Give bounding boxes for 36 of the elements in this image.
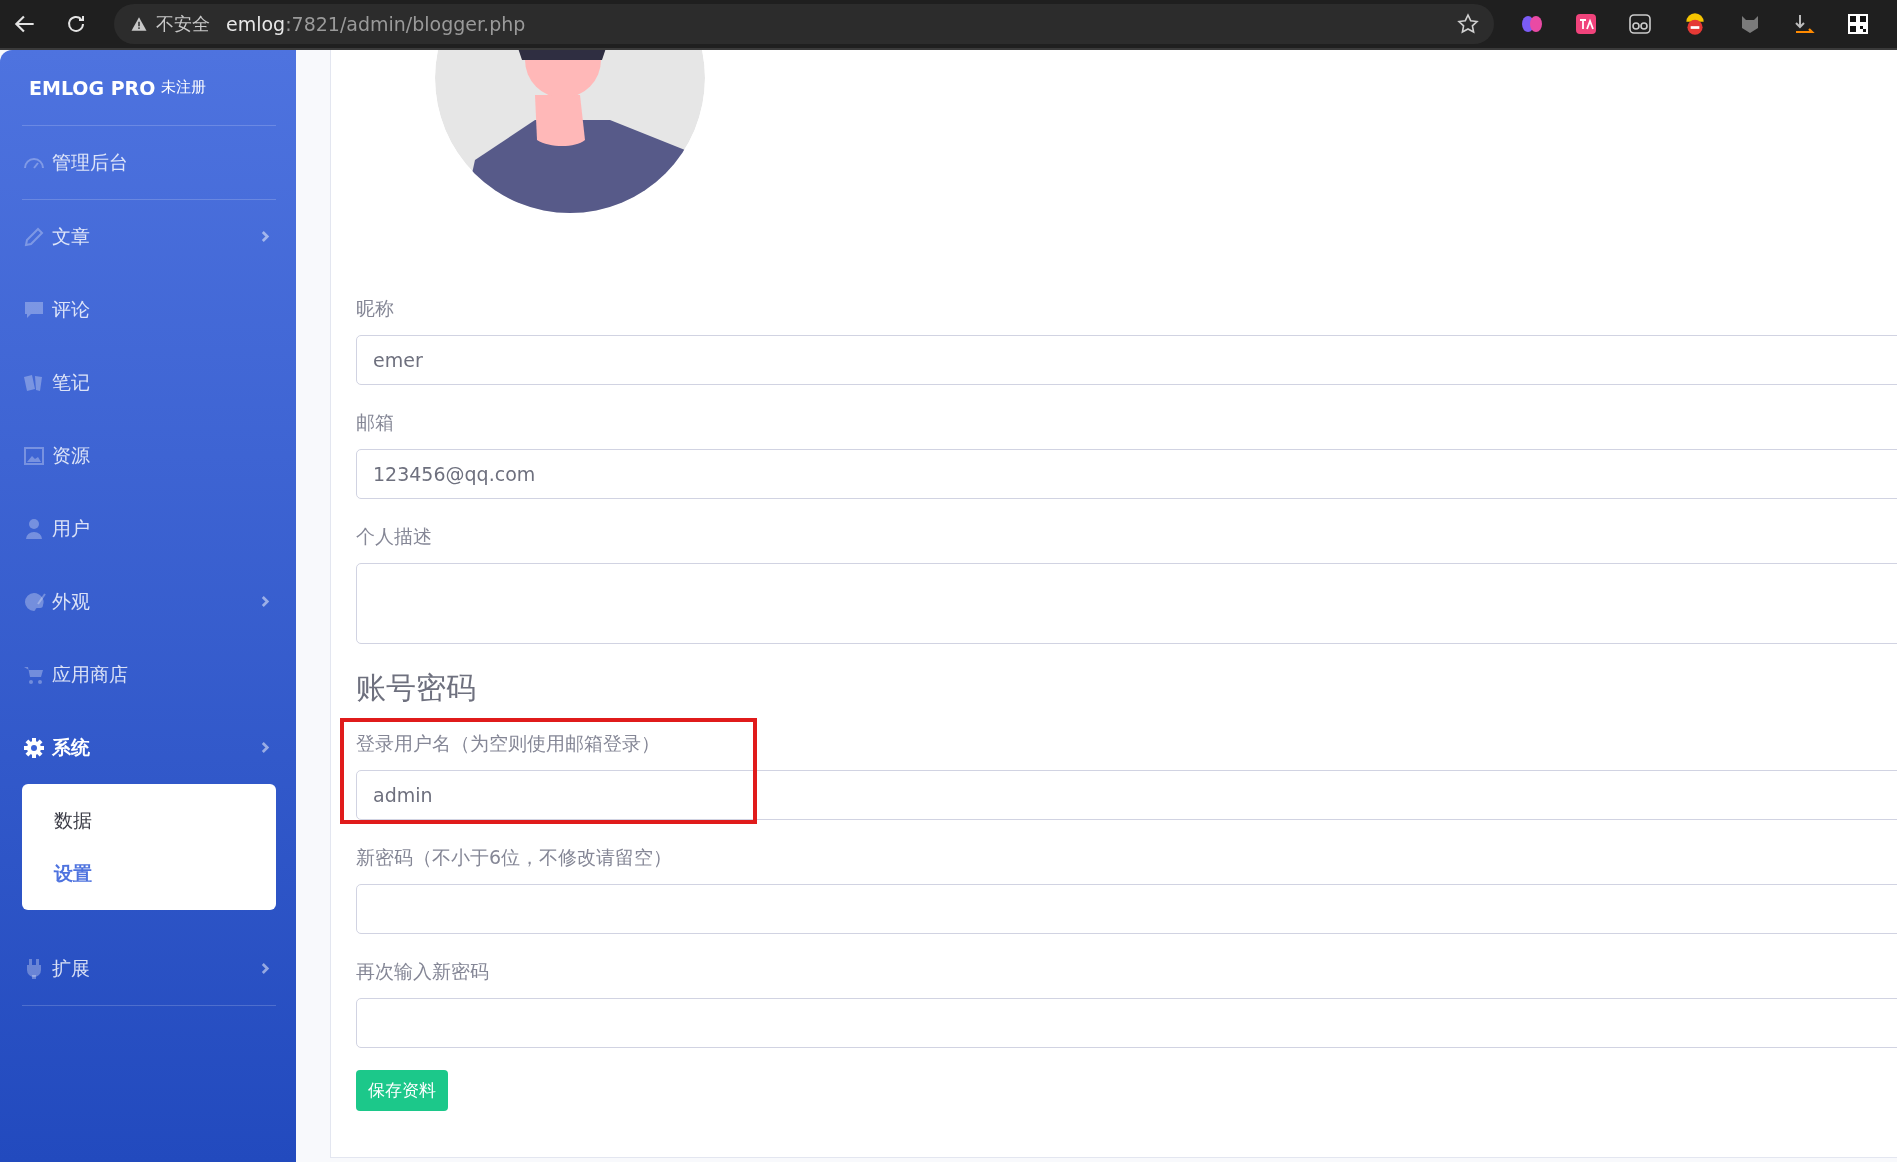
field-label: 邮箱 [356, 410, 395, 435]
field-label: 登录用户名（为空则使用邮箱登录） [356, 731, 661, 756]
warning-icon [130, 15, 148, 33]
input-field[interactable]: 123456@qq.com [356, 449, 1897, 499]
translate-icon[interactable] [1574, 12, 1598, 36]
input-field[interactable] [356, 884, 1897, 934]
sidebar-item[interactable]: 外观 [22, 565, 276, 638]
submenu-item[interactable]: 设置 [22, 847, 276, 900]
field-label: 个人描述 [356, 524, 433, 549]
input-field[interactable] [356, 998, 1897, 1048]
sidebar-item[interactable]: 文章 [22, 200, 276, 273]
sidebar-item[interactable]: 用户 [22, 492, 276, 565]
submenu-item[interactable]: 数据 [22, 794, 276, 847]
sidebar-item[interactable]: 管理后台 [22, 126, 276, 199]
sidebar-item[interactable]: 系统 [22, 711, 276, 784]
glasses-icon[interactable] [1628, 12, 1652, 36]
section-heading: 账号密码 [356, 669, 477, 707]
download-arrow-icon[interactable] [1792, 12, 1816, 36]
address-bar[interactable]: 不安全 emlog:7821/admin/blogger.php [114, 4, 1494, 44]
textarea-field[interactable] [356, 563, 1897, 644]
qr-code-icon[interactable] [1846, 12, 1870, 36]
url-text: emlog:7821/admin/blogger.php [226, 13, 526, 35]
gear-icon [22, 735, 46, 760]
star-icon[interactable] [1456, 12, 1480, 36]
sidebar-item[interactable]: 笔记 [22, 346, 276, 419]
brand-logo[interactable]: EMLOG PRO 未注册 [22, 50, 276, 125]
sidebar-item[interactable]: 应用商店 [22, 638, 276, 711]
sidebar-item[interactable]: 资源 [22, 419, 276, 492]
input-field[interactable]: emer [356, 335, 1897, 385]
sidebar-item[interactable]: 评论 [22, 273, 276, 346]
input-field[interactable]: admin [356, 770, 1897, 820]
field-label: 昵称 [356, 296, 395, 321]
field-label: 新密码（不小于6位，不修改请留空） [356, 845, 674, 870]
field-label: 再次输入新密码 [356, 959, 490, 984]
security-label: 不安全 [156, 12, 210, 36]
sidebar-item[interactable]: 扩展 [22, 932, 276, 1005]
